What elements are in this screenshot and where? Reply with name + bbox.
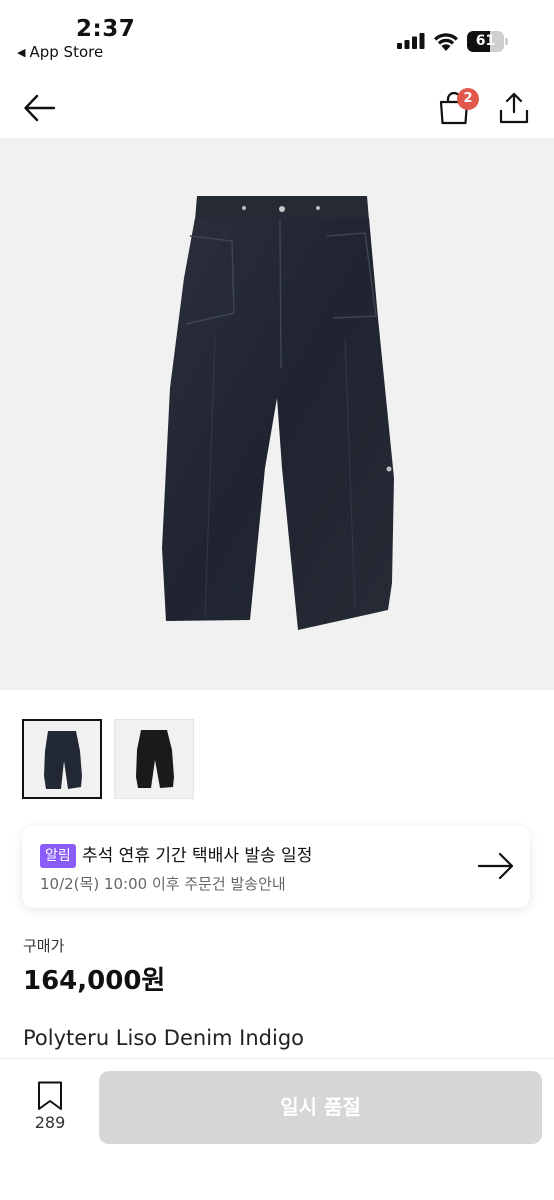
- bookmark-count: 289: [34, 1113, 66, 1132]
- status-bar: 2:37 ◀ App Store 61: [0, 0, 554, 70]
- bookmark-button[interactable]: 289: [30, 1081, 70, 1151]
- bottom-action-bar: 289 일시 품절: [0, 1058, 554, 1200]
- cellular-signal-icon: [397, 33, 425, 49]
- status-time: 2:37: [76, 16, 136, 42]
- sold-out-button[interactable]: 일시 품절: [99, 1071, 542, 1144]
- arrow-right-icon[interactable]: [476, 848, 516, 884]
- notice-subtitle: 10/2(목) 10:00 이후 주문건 발송안내: [40, 875, 286, 893]
- cart-count-badge: 2: [457, 88, 479, 110]
- thumbnail-image-black: [136, 730, 174, 788]
- denim-pants-image: [162, 196, 394, 630]
- battery-indicator: 61: [467, 31, 509, 52]
- bookmark-icon: [38, 1081, 62, 1110]
- product-name: Polyteru Liso Denim Indigo: [23, 1026, 305, 1050]
- thumbnail-strip: [22, 719, 194, 799]
- notice-title: 추석 연휴 기간 택배사 발송 일정: [82, 846, 313, 866]
- thumbnail-2[interactable]: [114, 719, 194, 799]
- back-to-app-label: App Store: [29, 43, 104, 61]
- battery-level: 61: [475, 33, 496, 49]
- notice-badge: 알림: [40, 844, 76, 868]
- price-label: 구매가: [23, 937, 65, 955]
- back-to-app-store[interactable]: ◀ App Store: [17, 43, 103, 61]
- back-triangle-icon: ◀: [17, 45, 26, 59]
- wifi-icon: [434, 33, 458, 51]
- price-value: 164,000원: [23, 966, 166, 996]
- shipping-notice-card[interactable]: 알림 추석 연휴 기간 택배사 발송 일정 10/2(목) 10:00 이후 주…: [22, 826, 530, 908]
- thumbnail-image-indigo: [44, 731, 82, 789]
- arrow-left-icon[interactable]: [22, 90, 58, 126]
- product-main-image[interactable]: [0, 138, 554, 690]
- thumbnail-1[interactable]: [22, 719, 102, 799]
- battery-body: 61: [467, 31, 504, 52]
- share-icon[interactable]: [496, 90, 532, 126]
- battery-cap: [505, 38, 508, 45]
